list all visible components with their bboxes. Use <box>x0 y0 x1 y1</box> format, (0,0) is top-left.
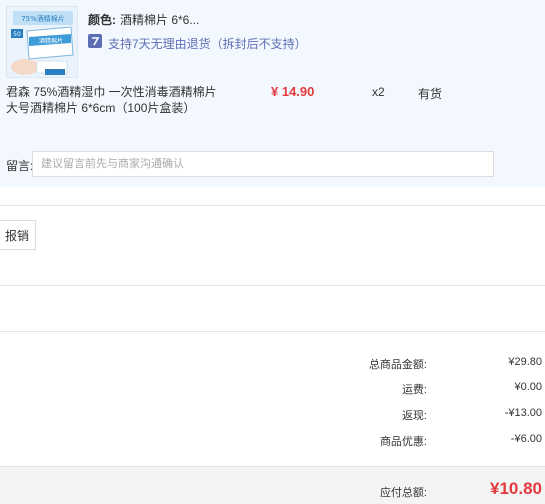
return-policy-text: 支持7天无理由退货（拆封后不支持） <box>108 37 307 51</box>
product-image: 75%酒精棉片 50 酒精棉片 <box>7 7 77 77</box>
product-title[interactable]: 君森 75%酒精湿巾 一次性消毒酒精棉片大号酒精棉片 6*6cm（100片盒装） <box>6 84 226 116</box>
subtotal-value: ¥29.80 <box>508 356 542 368</box>
total-bar: 应付总额: ¥10.80 <box>0 466 545 504</box>
cashback-label: 返现: <box>401 410 427 422</box>
shipping-value: ¥0.00 <box>514 381 542 393</box>
total-label: 应付总额: <box>379 487 427 499</box>
subtotal-label: 总商品金额: <box>368 359 427 371</box>
divider <box>0 285 545 286</box>
product-thumbnail[interactable]: 75%酒精棉片 50 酒精棉片 <box>6 6 78 78</box>
discount-label: 商品优惠: <box>379 436 427 448</box>
product-quantity: x2 <box>372 85 385 99</box>
stock-status: 有货 <box>418 87 443 101</box>
cashback-value: -¥13.00 <box>504 407 542 419</box>
discount-value: -¥6.00 <box>510 433 542 445</box>
shipping-label: 运费: <box>401 384 427 396</box>
divider <box>0 205 545 206</box>
thumb-box-text: 酒精棉片 <box>39 37 63 45</box>
invoice-button[interactable]: 报销 <box>0 220 36 250</box>
message-input[interactable] <box>32 151 494 177</box>
order-item-panel: 75%酒精棉片 50 酒精棉片 颜色: 酒精棉片 6*6... 支持7天无理由退… <box>0 0 545 187</box>
return-policy-icon <box>88 34 102 48</box>
message-label: 留言: <box>6 159 34 173</box>
thumb-top-text: 75%酒精棉片 <box>21 14 65 23</box>
total-amount: ¥10.80 <box>490 479 542 498</box>
product-price: ¥ 14.90 <box>271 84 315 99</box>
color-attribute-label: 颜色: <box>88 13 116 27</box>
color-attribute-value: 酒精棉片 6*6... <box>120 13 200 27</box>
thumb-badge: 50 <box>13 31 21 38</box>
divider <box>0 331 545 332</box>
